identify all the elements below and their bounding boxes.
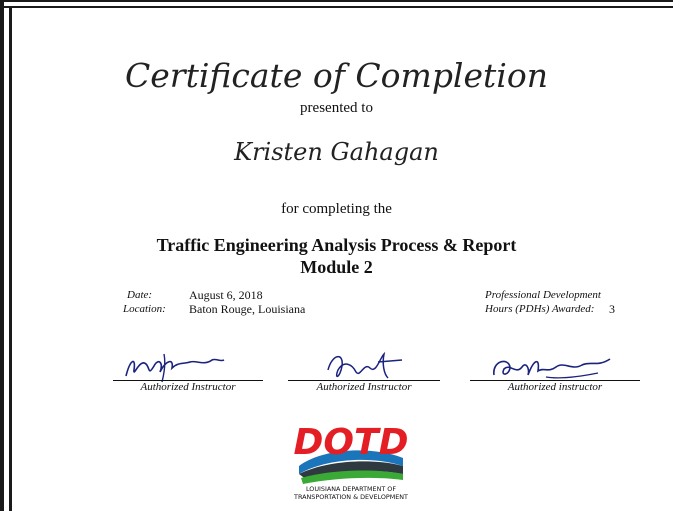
- dotd-logo: DOTD LOUISIANA DEPARTMENT OF TRANSPORTAT…: [293, 422, 409, 501]
- course-title-line1: Traffic Engineering Analysis Process & R…: [156, 235, 517, 255]
- location-value: Baton Rouge, Louisiana: [189, 302, 306, 316]
- pdh-label-line2: Hours (PDHs) Awarded:: [485, 303, 595, 315]
- recipient-name: Kristen Gahagan: [234, 138, 439, 166]
- course-title: Traffic Engineering Analysis Process & R…: [0, 234, 673, 278]
- pdh-label-line1: Professional Development: [485, 289, 601, 301]
- signature-2-label: Authorized Instructor: [316, 381, 412, 393]
- certificate-title: Certificate of Completion: [125, 56, 548, 95]
- date-value: August 6, 2018: [189, 288, 263, 302]
- certificate-border-top-inner: [0, 6, 673, 8]
- signature-2-image: [327, 351, 403, 379]
- for-completing-text: for completing the: [281, 201, 392, 217]
- certificate-border-top: [0, 0, 673, 2]
- date-label: Date:: [127, 289, 153, 301]
- course-title-line2: Module 2: [300, 257, 373, 277]
- signature-1-label: Authorized Instructor: [140, 381, 236, 393]
- logo-subtitle-line2: TRANSPORTATION & DEVELOPMENT: [293, 493, 408, 501]
- logo-text: DOTD: [294, 422, 409, 463]
- pdh-value: 3: [609, 302, 615, 316]
- signature-1-image: [125, 353, 225, 383]
- presented-to-text: presented to: [300, 100, 373, 116]
- location-label: Location:: [123, 303, 166, 315]
- signature-3-label: Authorized instructor: [507, 381, 603, 393]
- logo-subtitle-line1: LOUISIANA DEPARTMENT OF: [306, 485, 396, 493]
- signature-3-image: [493, 358, 611, 379]
